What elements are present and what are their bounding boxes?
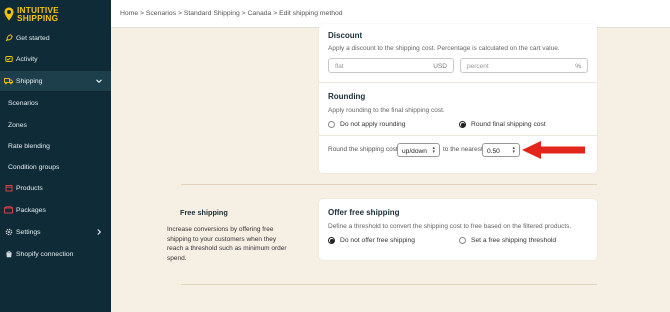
currency-suffix: USD <box>433 63 447 70</box>
sidebar-item-label: Activity <box>16 55 38 63</box>
rounding-nearest-select[interactable]: 0.50 ▴ ▾ <box>482 143 520 157</box>
nearest-label: to the nearest <box>443 146 483 153</box>
radio-indicator-selected <box>328 237 335 244</box>
sidebar: INTUITIVE SHIPPING Get started Activity … <box>0 0 111 312</box>
sidebar-item-settings[interactable]: Settings <box>0 222 111 242</box>
rounding-direction-select[interactable]: up/down ▴ ▾ <box>397 143 440 157</box>
radio-indicator-selected <box>459 121 466 128</box>
round-cost-label: Round the shipping cost <box>328 146 398 153</box>
discount-flat-input[interactable]: flat USD <box>328 58 454 73</box>
sidebar-item-label: Scenarios <box>8 99 39 107</box>
gear-icon <box>4 228 13 237</box>
sidebar-item-label: Packages <box>16 206 46 214</box>
radio-label: Do not offer free shipping <box>340 237 415 244</box>
sidebar-item-label: Get started <box>16 34 50 42</box>
radio-free-shipping-threshold[interactable]: Set a free shipping threshold <box>459 237 556 244</box>
radio-indicator <box>459 237 466 244</box>
discount-title: Discount <box>328 31 363 40</box>
sidebar-item-packages[interactable]: Packages <box>0 200 111 220</box>
sidebar-item-scenarios[interactable]: Scenarios <box>0 93 111 113</box>
breadcrumb[interactable]: Home > Scenarios > Standard Shipping > C… <box>120 10 343 17</box>
sidebar-item-products[interactable]: Products <box>0 178 111 198</box>
sidebar-item-rate-blending[interactable]: Rate blending <box>0 136 111 156</box>
radio-no-free-shipping[interactable]: Do not offer free shipping <box>328 237 415 244</box>
sidebar-item-activity[interactable]: Activity <box>0 49 111 69</box>
sidebar-item-label: Shipping <box>16 77 43 85</box>
logo[interactable]: INTUITIVE SHIPPING <box>0 0 111 28</box>
red-arrow-annotation <box>522 141 585 159</box>
product-box-icon <box>4 184 13 193</box>
logo-text: INTUITIVE SHIPPING <box>17 5 59 23</box>
card-divider <box>319 135 597 136</box>
chevron-right-icon <box>97 229 102 235</box>
sidebar-item-zones[interactable]: Zones <box>0 115 111 135</box>
sidebar-item-shopify-connection[interactable]: Shopify connection <box>0 244 111 264</box>
sidebar-item-label: Products <box>16 184 43 192</box>
sidebar-item-label: Shopify connection <box>16 250 74 258</box>
percent-suffix: % <box>575 63 581 70</box>
radio-label: Round final shipping cost <box>471 121 546 128</box>
free-shipping-section-title: Free shipping <box>180 208 228 217</box>
rocket-icon <box>4 34 13 43</box>
radio-round-final-cost[interactable]: Round final shipping cost <box>459 121 546 128</box>
select-caret-icon: ▴ ▾ <box>432 145 435 155</box>
sidebar-item-label: Rate blending <box>8 142 50 150</box>
shopify-bag-icon <box>4 250 13 259</box>
radio-no-rounding[interactable]: Do not apply rounding <box>328 121 405 128</box>
radio-label: Do not apply rounding <box>340 121 406 128</box>
package-icon <box>4 206 13 215</box>
select-caret-icon: ▴ ▾ <box>512 145 515 155</box>
logo-line2: SHIPPING <box>17 13 59 23</box>
card-divider <box>319 82 597 83</box>
discount-percent-input[interactable]: percent % <box>460 58 588 73</box>
section-divider <box>181 184 597 185</box>
truck-icon <box>4 77 13 86</box>
sidebar-item-label: Zones <box>8 121 27 129</box>
offer-free-shipping-card: Offer free shipping Define a threshold t… <box>319 199 597 260</box>
section-divider <box>181 284 597 285</box>
chevron-down-icon <box>96 79 102 84</box>
rounding-description: Apply rounding to the final shipping cos… <box>328 107 445 114</box>
offer-free-shipping-title: Offer free shipping <box>328 208 400 217</box>
activity-icon <box>4 55 13 64</box>
select-value: up/down <box>402 147 427 155</box>
discount-flat-placeholder: flat <box>335 63 344 70</box>
offer-free-shipping-description: Define a threshold to convert the shippi… <box>328 223 572 230</box>
free-shipping-section-description: Increase conversions by offering free sh… <box>167 226 287 262</box>
location-pin-icon <box>4 7 14 21</box>
discount-description: Apply a discount to the shipping cost. P… <box>328 45 560 52</box>
sidebar-item-label: Settings <box>16 228 41 236</box>
select-value: 0.50 <box>487 147 500 155</box>
radio-label: Set a free shipping threshold <box>471 237 557 244</box>
radio-indicator <box>328 121 335 128</box>
discount-percent-placeholder: percent <box>467 63 489 70</box>
rounding-title: Rounding <box>328 92 366 101</box>
sidebar-item-label: Condition groups <box>8 163 60 171</box>
sidebar-item-get-started[interactable]: Get started <box>0 28 111 48</box>
sidebar-item-condition-groups[interactable]: Condition groups <box>0 157 111 177</box>
sidebar-item-shipping[interactable]: Shipping <box>0 71 111 91</box>
